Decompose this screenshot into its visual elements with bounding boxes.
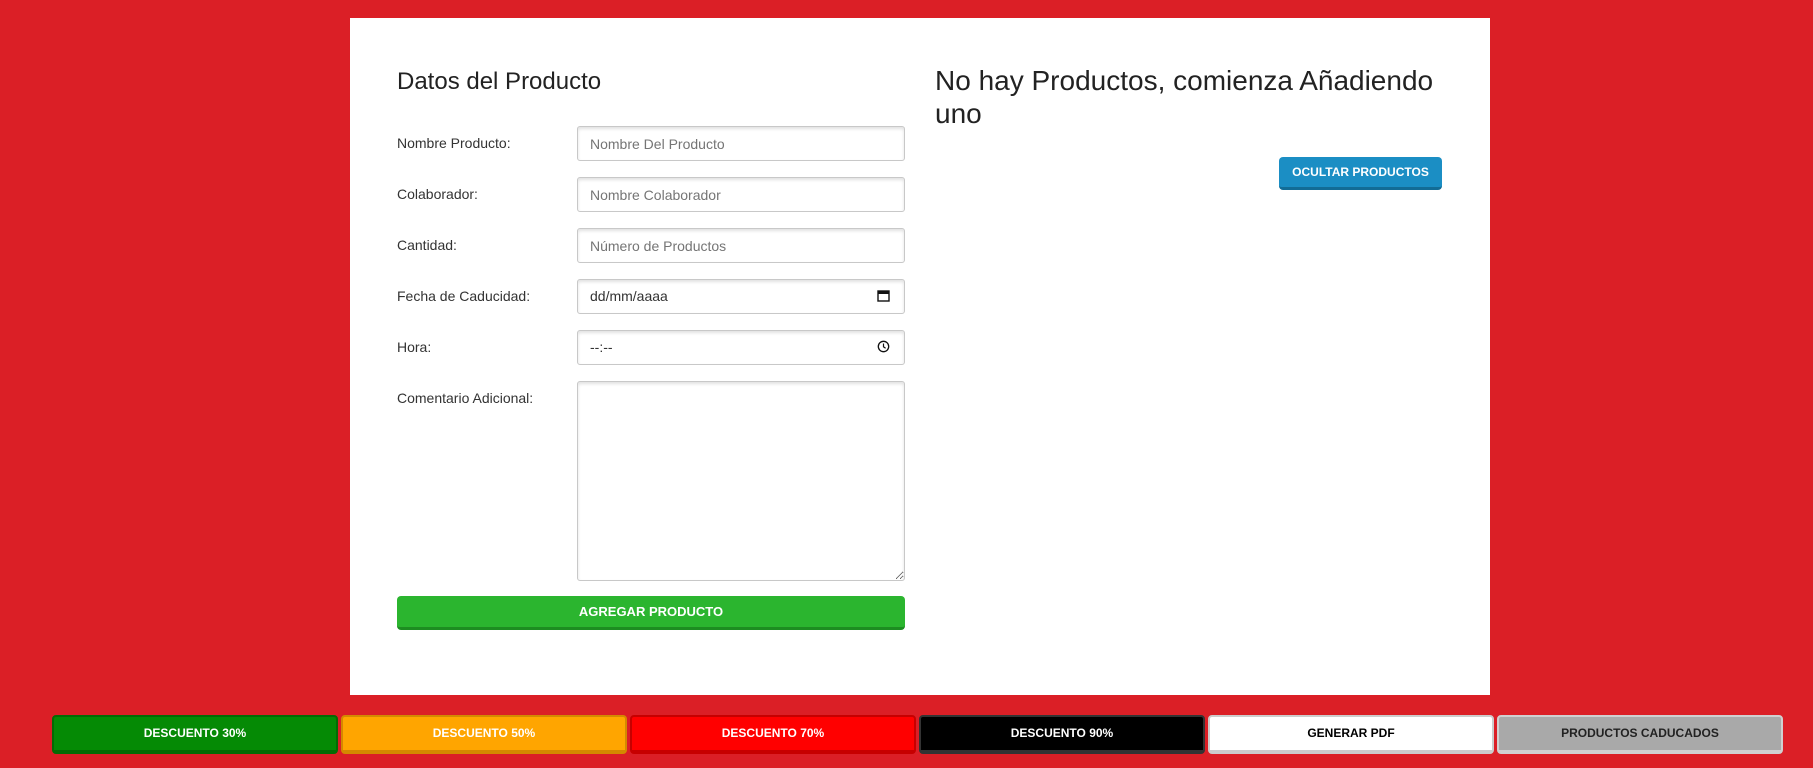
row-colaborador: Colaborador: — [397, 177, 905, 212]
label-colaborador: Colaborador: — [397, 186, 478, 202]
descuento-90-button[interactable]: DESCUENTO 90% — [919, 715, 1205, 754]
main-card: Datos del Producto Nombre Producto: Cola… — [350, 18, 1490, 695]
descuento-50-button[interactable]: DESCUENTO 50% — [341, 715, 627, 754]
generar-pdf-button[interactable]: GENERAR PDF — [1208, 715, 1494, 754]
productos-caducados-button[interactable]: PRODUCTOS CADUCADOS — [1497, 715, 1783, 754]
comentario-textarea[interactable] — [577, 381, 905, 581]
label-comentario: Comentario Adicional: — [397, 390, 534, 406]
ocultar-productos-button[interactable]: OCULTAR PRODUCTOS — [1279, 157, 1442, 190]
form-title: Datos del Producto — [397, 68, 602, 95]
fecha-caducidad-value: dd/mm/aaaa — [590, 288, 668, 304]
label-hora: Hora: — [397, 339, 432, 355]
empty-products-message: No hay Productos, comienza Añadiendo uno — [935, 65, 1434, 129]
row-cantidad: Cantidad: — [397, 228, 905, 263]
hora-value: --:-- — [590, 339, 613, 355]
row-comentario: Comentario Adicional: — [397, 381, 905, 581]
label-cantidad: Cantidad: — [397, 237, 457, 253]
descuento-30-button[interactable]: DESCUENTO 30% — [52, 715, 338, 754]
row-hora: Hora: --:-- — [397, 330, 905, 365]
hora-input[interactable]: --:-- — [577, 330, 905, 365]
calendar-icon[interactable] — [877, 289, 890, 302]
clock-icon[interactable] — [877, 340, 890, 353]
label-fecha-caducidad: Fecha de Caducidad: — [397, 288, 531, 304]
row-fecha-caducidad: Fecha de Caducidad: dd/mm/aaaa — [397, 279, 905, 314]
row-nombre-producto: Nombre Producto: — [397, 126, 905, 161]
descuento-70-button[interactable]: DESCUENTO 70% — [630, 715, 916, 754]
label-nombre-producto: Nombre Producto: — [397, 135, 511, 151]
colaborador-input[interactable] — [577, 177, 905, 212]
fecha-caducidad-input[interactable]: dd/mm/aaaa — [577, 279, 905, 314]
bottom-action-bar: DESCUENTO 30% DESCUENTO 50% DESCUENTO 70… — [52, 715, 1786, 754]
agregar-producto-button[interactable]: AGREGAR PRODUCTO — [397, 596, 905, 630]
cantidad-input[interactable] — [577, 228, 905, 263]
nombre-producto-input[interactable] — [577, 126, 905, 161]
